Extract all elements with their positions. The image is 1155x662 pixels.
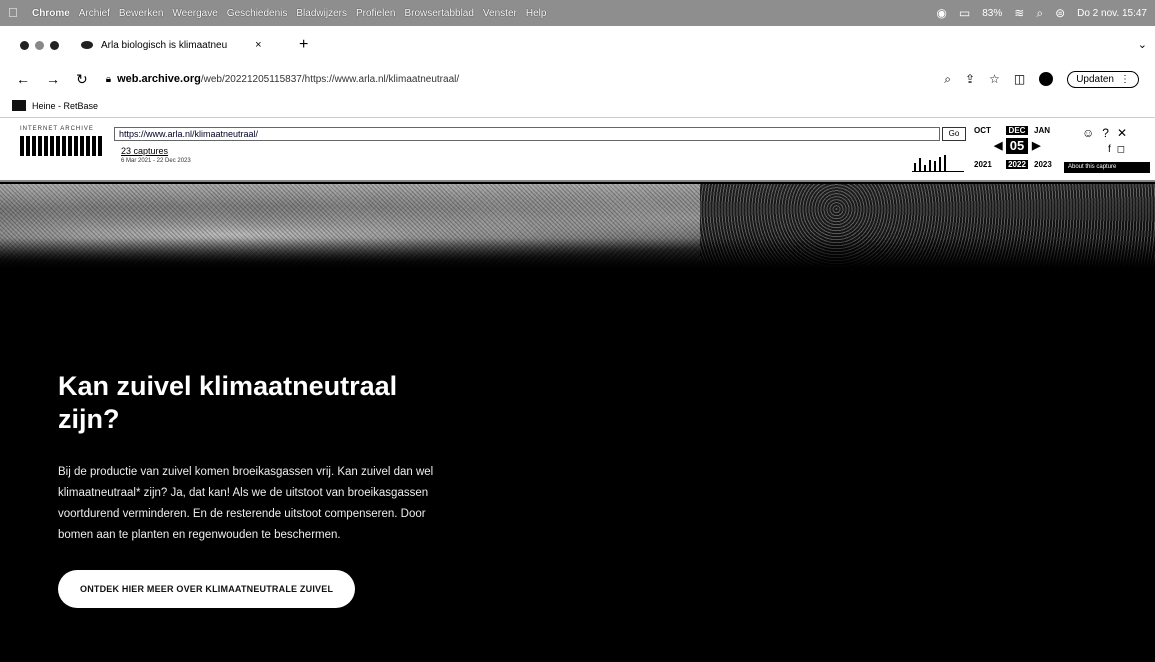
sidebar-icon[interactable]: ◫ <box>1014 72 1025 86</box>
sparkline-bar <box>939 157 941 171</box>
forward-arrow-icon[interactable]: → <box>46 71 60 88</box>
wayback-url-input[interactable]: https://www.arla.nl/klimaatneutraal/ <box>114 127 940 141</box>
url-field[interactable]: 🔒︎ web.archive.org/web/20221205115837/ht… <box>106 73 459 85</box>
close-toolbar-icon[interactable]: ✕ <box>1117 126 1127 140</box>
sparkline-bar <box>934 161 936 171</box>
profile-avatar[interactable] <box>1039 72 1054 86</box>
tab-close-icon[interactable]: × <box>255 39 261 51</box>
twitter-icon[interactable]: ◻ <box>1117 144 1125 155</box>
address-bar-actions: ⌕ ⇪ ☆ ◫ Updaten ⋮ <box>944 70 1139 88</box>
url-domain: web.archive.org <box>117 73 201 85</box>
current-month: DEC <box>1006 126 1028 135</box>
menu-profielen[interactable]: Profielen <box>356 8 395 19</box>
capture-calendar: OCT DEC JAN ◀ 05 ▶ 2021 2022 2023 <box>974 126 1060 172</box>
browser-tab-strip: Arla biologisch is klimaatneu × + ⌄ <box>0 26 1155 64</box>
menu-help[interactable]: Help <box>526 8 547 19</box>
menu-bladwijzers[interactable]: Bladwijzers <box>296 8 347 19</box>
capture-day: 05 <box>1006 138 1028 154</box>
sparkline-bar <box>929 160 931 171</box>
close-window-button[interactable] <box>20 40 29 50</box>
current-year: 2022 <box>1006 160 1028 169</box>
wayback-machine-logo-icon <box>20 136 102 156</box>
sparkline-bar <box>919 158 921 171</box>
wifi-icon[interactable]: ≋ <box>1014 6 1024 20</box>
lock-icon[interactable]: 🔒︎ <box>106 74 111 85</box>
spotlight-search-icon[interactable]: ⌕ <box>1036 6 1043 21</box>
wayback-share-icons: f ◻ <box>1108 144 1125 155</box>
about-capture-link[interactable]: About this capture <box>1064 162 1150 173</box>
update-button[interactable]: Updaten ⋮ <box>1067 70 1139 88</box>
screen-record-icon[interactable]: ◉ <box>936 6 946 20</box>
battery-percentage: 83% <box>982 7 1003 19</box>
menu-venster[interactable]: Venster <box>483 8 517 19</box>
apple-icon[interactable]:  <box>8 5 22 21</box>
tab-favicon-icon <box>81 41 93 49</box>
more-menu-icon[interactable]: ⋮ <box>1120 74 1130 85</box>
page-intro-text: Bij de productie van zuivel komen broeik… <box>58 466 434 541</box>
macos-menu-bar:  Chrome Archief Bewerken Weergave Gesch… <box>0 0 1155 26</box>
discover-more-button[interactable]: ONTDEK HIER MEER OVER KLIMAATNEUTRALE ZU… <box>58 570 356 608</box>
prev-capture-arrow-icon[interactable]: ◀ <box>994 139 1002 152</box>
tab-search-chevron-icon[interactable]: ⌄ <box>1138 38 1147 51</box>
zoom-icon[interactable]: ⌕ <box>944 72 951 87</box>
minimize-window-button[interactable] <box>35 40 44 50</box>
update-label: Updaten <box>1076 73 1114 85</box>
bookmark-favicon-icon <box>12 100 26 111</box>
wayback-logo[interactable]: INTERNET ARCHIVE <box>20 126 106 166</box>
prev-year[interactable]: 2021 <box>974 160 992 169</box>
menu-geschiedenis[interactable]: Geschiedenis <box>227 8 288 19</box>
wayback-go-button[interactable]: Go <box>942 127 966 141</box>
status-area: ◉ ▭ 83% ≋ ⌕ ⊜ Do 2 nov. 15:47 <box>936 6 1147 21</box>
menu-weergave[interactable]: Weergave <box>172 8 217 19</box>
image-fade <box>0 238 1155 268</box>
sparkline-bar <box>944 155 946 171</box>
menu-browsertabblad[interactable]: Browsertabblad <box>404 8 473 19</box>
url-path: /web/20221205115837/https://www.arla.nl/… <box>200 74 460 85</box>
wayback-toolbar: INTERNET ARCHIVE https://www.arla.nl/kli… <box>0 118 1155 182</box>
sparkline-bar <box>914 163 916 171</box>
control-center-icon[interactable]: ⊜ <box>1055 6 1065 20</box>
user-icon[interactable]: ☺ <box>1082 126 1094 140</box>
help-icon[interactable]: ? <box>1102 126 1109 140</box>
menu-clock[interactable]: Do 2 nov. 15:47 <box>1077 8 1147 19</box>
bookmarks-bar: Heine - RetBase <box>0 94 1155 118</box>
next-year[interactable]: 2023 <box>1034 160 1052 169</box>
browser-address-bar: ← → ↻ 🔒︎ web.archive.org/web/20221205115… <box>0 64 1155 94</box>
reload-icon[interactable]: ↻ <box>76 71 88 88</box>
menu-bewerken[interactable]: Bewerken <box>119 8 163 19</box>
captures-date-range: 6 Mar 2021 - 22 Dec 2023 <box>121 158 191 164</box>
prev-month[interactable]: OCT <box>974 126 991 135</box>
new-tab-button[interactable]: + <box>299 36 308 54</box>
captures-link[interactable]: 23 captures <box>121 146 168 156</box>
captures-sparkline[interactable] <box>912 154 964 172</box>
hero-content: Kan zuivel klimaatneutraal zijn? Bij de … <box>58 370 438 608</box>
share-icon[interactable]: ⇪ <box>965 72 975 86</box>
bookmark-item[interactable]: Heine - RetBase <box>32 101 98 111</box>
next-capture-arrow-icon[interactable]: ▶ <box>1032 139 1040 152</box>
menu-app-name[interactable]: Chrome <box>32 8 70 19</box>
menu-archief[interactable]: Archief <box>79 8 110 19</box>
zoom-window-button[interactable] <box>50 40 59 50</box>
battery-icon[interactable]: ▭ <box>959 6 970 20</box>
tab-title: Arla biologisch is klimaatneu <box>101 39 228 51</box>
window-controls <box>20 40 59 50</box>
page-headline: Kan zuivel klimaatneutraal zijn? <box>58 371 398 434</box>
facebook-icon[interactable]: f <box>1108 144 1111 155</box>
bookmark-star-icon[interactable]: ☆ <box>989 72 1000 86</box>
sparkline-bar <box>924 165 926 171</box>
hero-image <box>0 184 1155 268</box>
navigation-buttons: ← → ↻ <box>16 71 88 88</box>
browser-tab-active[interactable]: Arla biologisch is klimaatneu × <box>81 39 291 51</box>
back-arrow-icon[interactable]: ← <box>16 71 30 88</box>
internet-archive-label: INTERNET ARCHIVE <box>20 126 94 132</box>
next-month[interactable]: JAN <box>1034 126 1050 135</box>
wayback-top-icons: ☺ ? ✕ <box>1082 126 1127 140</box>
